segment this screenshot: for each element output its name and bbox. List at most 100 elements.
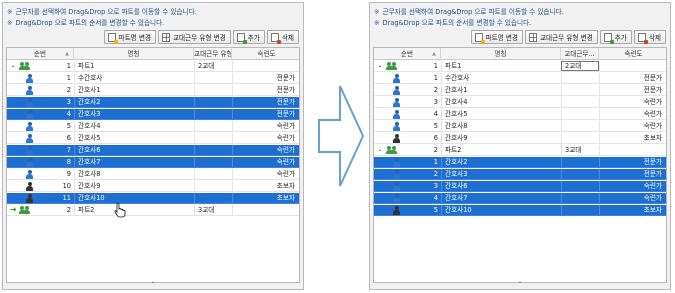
hint-drag-part: ※ Drag&Drop 으로 파트의 순서를 변경할 수 있습니다. [374, 18, 531, 28]
seq-cell: 7 [66, 146, 71, 154]
worker-row[interactable]: 10 간호사9 초보자 [7, 181, 299, 192]
worker-row[interactable]: 6 간호사5 숙련가 [7, 133, 299, 144]
worker-row[interactable]: 2 간호사1 전문가 [7, 85, 299, 96]
change-shift-type-button[interactable]: 교대근무 유형 변경 [524, 30, 598, 44]
rename-part-button[interactable]: 파트명 변경 [103, 30, 156, 44]
name-cell: 파트2 [78, 206, 95, 214]
worker-row[interactable]: 1 수간호사 전문가 [7, 73, 299, 84]
worker-row[interactable]: 3 간호사4 숙련가 [374, 97, 666, 108]
shift-cell [562, 121, 598, 131]
seq-cell: 11 [62, 194, 71, 202]
person-icon [26, 194, 33, 203]
part-row[interactable]: ⌄ 2 파트2 3교대 [374, 145, 666, 156]
worker-row[interactable]: 1 간호사2 전문가 [374, 157, 666, 168]
worker-row[interactable]: 6 간호사9 초보자 [374, 133, 666, 144]
seq-cell: 2 [433, 170, 438, 178]
seq-cell: 1 [433, 62, 438, 70]
seq-cell: 1 [66, 62, 71, 70]
worker-row[interactable]: 5 간호사8 숙련가 [374, 121, 666, 132]
worker-row[interactable]: 11 간호사10 초보자 [7, 193, 299, 204]
seq-cell: 5 [433, 206, 438, 214]
button-label: 추가 [247, 34, 260, 42]
worker-row[interactable]: 2 간호사1 전문가 [374, 85, 666, 96]
note-text: 근무자를 선택하여 Drag&Drop 으로 파트를 이동할 수 있습니다. [382, 8, 564, 16]
worker-row[interactable]: 1 수간호사 전문가 [374, 73, 666, 84]
person-icon [26, 182, 33, 191]
name-cell: 간호사3 [445, 170, 468, 178]
part-row[interactable]: ⌄ 1 파트1 2교대 [374, 61, 666, 72]
add-button[interactable]: 추가 [232, 30, 265, 44]
worker-row[interactable]: 2 간호사3 전문가 [374, 169, 666, 180]
header-skill[interactable]: 숙련도 [232, 48, 299, 60]
name-cell: 간호사8 [445, 122, 468, 130]
button-label: 파트명 변경 [118, 34, 151, 42]
sort-icon: ▲ [65, 51, 69, 57]
rename-part-button[interactable]: 파트명 변경 [470, 30, 523, 44]
shift-cell [562, 157, 598, 167]
header-name[interactable]: 명칭 [74, 48, 194, 60]
delete-button[interactable]: 삭제 [633, 30, 666, 44]
header-skill[interactable]: 숙련도 [599, 48, 666, 60]
header-label: 교대근무... [564, 50, 595, 58]
name-cell: 간호사3 [78, 110, 101, 118]
part-row[interactable]: ➜ 2 파트2 3교대 [7, 205, 299, 216]
shift-cell: 2교대 [565, 62, 582, 70]
seq-cell: 3 [433, 98, 438, 106]
worker-row[interactable]: 4 간호사5 숙련가 [374, 109, 666, 120]
header-label: 순번 [400, 50, 414, 58]
person-icon [393, 98, 400, 107]
worker-row[interactable]: 4 간호사3 전문가 [7, 109, 299, 120]
resize-handle-icon[interactable]: ⌃ [150, 281, 155, 288]
drop-target-arrow-icon: ➜ [10, 205, 17, 214]
header-label: 숙련도 [624, 50, 643, 58]
rename-icon [107, 32, 118, 44]
header-shift[interactable]: 교대근무... [561, 48, 599, 60]
add-button[interactable]: 추가 [599, 30, 632, 44]
header-seq[interactable]: 순번 ▲ [7, 48, 74, 60]
collapse-chevron-icon[interactable]: ⌄ [377, 145, 383, 155]
worker-row[interactable]: 3 간호사6 숙련가 [374, 181, 666, 192]
person-icon [26, 146, 33, 155]
change-shift-type-button[interactable]: 교대근무 유형 변경 [157, 30, 231, 44]
skill-cell: 숙련가 [276, 134, 295, 142]
name-cell: 간호사2 [78, 98, 101, 106]
part-row[interactable]: ⌄ 1 파트1 2교대 [7, 61, 299, 72]
skill-cell: 전문가 [643, 74, 662, 82]
worker-row[interactable]: 5 간호사4 숙련가 [7, 121, 299, 132]
header-shift[interactable]: 교대근무 유형 [194, 48, 232, 60]
worker-row[interactable]: 7 간호사6 숙련가 [7, 145, 299, 156]
collapse-chevron-icon[interactable]: ⌄ [377, 61, 383, 71]
part-editor-before: ※ 근무자를 선택하여 Drag&Drop 으로 파트를 이동할 수 있습니다. … [2, 2, 304, 290]
delete-button[interactable]: 삭제 [266, 30, 299, 44]
shift-cell [562, 169, 598, 179]
part-grid[interactable]: 순번 ▲ 명칭 교대근무 유형 숙련도 ⌄ 1 파트1 2교대 1 수간호사 전문가 2 간호사1… [6, 47, 300, 283]
button-label: 파트명 변경 [485, 34, 518, 42]
name-cell: 간호사6 [78, 146, 101, 154]
worker-row[interactable]: 4 간호사7 숙련가 [374, 193, 666, 204]
shift-cell: 2교대 [198, 62, 215, 70]
name-cell: 간호사4 [78, 122, 101, 130]
note-mark: ※ [374, 8, 380, 16]
shift-cell [562, 133, 598, 143]
note-text: 근무자를 선택하여 Drag&Drop 으로 파트를 이동할 수 있습니다. [15, 8, 197, 16]
header-name[interactable]: 명칭 [441, 48, 561, 60]
resize-handle-icon[interactable]: ⌃ [517, 281, 522, 288]
skill-cell [233, 61, 299, 71]
sort-icon: ▲ [432, 51, 436, 57]
header-seq[interactable]: 순번 ▲ [374, 48, 441, 60]
worker-row[interactable]: 3 간호사2 전문가 [7, 97, 299, 108]
seq-cell: 2 [433, 86, 438, 94]
group-icon [386, 146, 398, 155]
skill-cell: 숙련가 [643, 98, 662, 106]
name-cell: 간호사6 [445, 182, 468, 190]
shift-cell [562, 193, 598, 203]
worker-row[interactable]: 8 간호사7 숙련가 [7, 157, 299, 168]
part-grid[interactable]: 순번 ▲ 명칭 교대근무... 숙련도 ⌄ 1 파트1 2교대 1 수간호사 전문가 2 간호사1… [373, 47, 667, 283]
worker-row[interactable]: 9 간호사8 숙련가 [7, 169, 299, 180]
header-label: 명칭 [494, 50, 507, 58]
name-cell: 간호사2 [445, 158, 468, 166]
name-cell: 간호사9 [445, 134, 468, 142]
worker-row[interactable]: 5 간호사10 초보자 [374, 205, 666, 216]
collapse-chevron-icon[interactable]: ⌄ [10, 61, 16, 71]
name-cell: 수간호사 [445, 74, 470, 82]
